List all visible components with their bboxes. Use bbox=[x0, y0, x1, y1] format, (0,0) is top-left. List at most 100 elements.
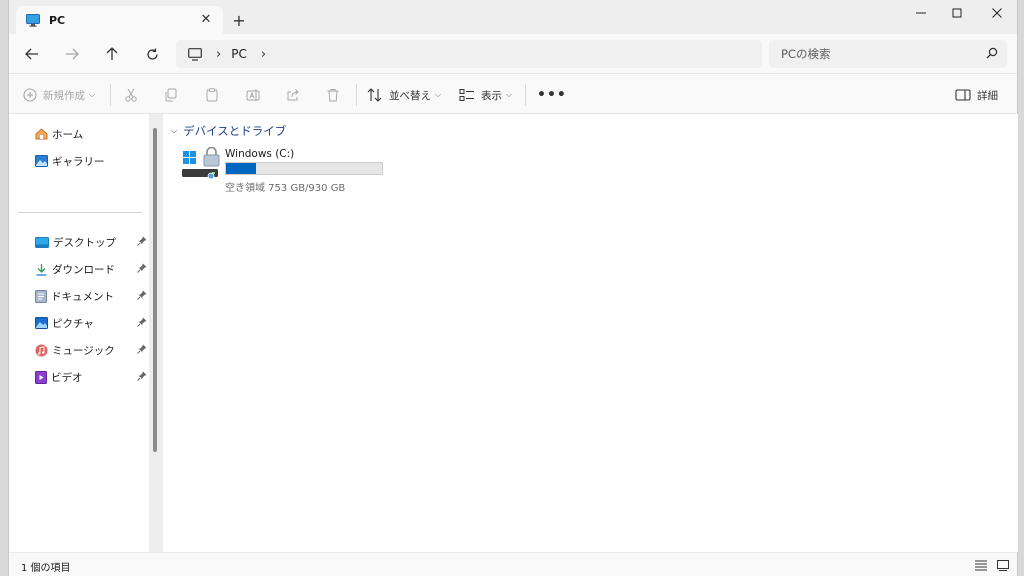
search-icon[interactable] bbox=[986, 47, 998, 59]
video-icon bbox=[35, 370, 47, 384]
gallery-icon bbox=[35, 155, 48, 167]
pin-icon[interactable] bbox=[137, 344, 147, 354]
home-icon bbox=[35, 128, 48, 140]
copy-icon bbox=[165, 88, 177, 102]
drive-item-c[interactable]: Windows (C:) 空き領域 753 GB/930 GB bbox=[181, 147, 391, 194]
chevron-down-icon: ⌵ bbox=[506, 90, 513, 99]
pictures-icon bbox=[35, 317, 48, 329]
delete-button[interactable] bbox=[323, 85, 343, 105]
cut-button[interactable] bbox=[121, 85, 141, 105]
copy-button[interactable] bbox=[161, 85, 181, 105]
forward-arrow-icon[interactable] bbox=[61, 44, 83, 64]
up-arrow-icon[interactable] bbox=[101, 44, 123, 64]
address-bar[interactable]: › PC › bbox=[176, 40, 762, 68]
sidebar-divider bbox=[18, 212, 142, 213]
sidebar-item-documents[interactable]: ドキュメント bbox=[35, 287, 147, 305]
command-bar: 新規作成 ⌵ 並べ替え ⌵ 表示 ⌵ ••• 詳細 bbox=[9, 75, 1017, 114]
drive-space-info: 空き領域 753 GB/930 GB bbox=[225, 183, 346, 194]
search-input[interactable] bbox=[781, 47, 971, 61]
scrollbar-thumb[interactable] bbox=[153, 128, 157, 452]
tiles-view-icon[interactable] bbox=[995, 558, 1011, 572]
sidebar-item-label: ギャラリー bbox=[52, 155, 105, 168]
chevron-right-icon[interactable]: › bbox=[216, 47, 221, 62]
monitor-icon bbox=[26, 13, 40, 27]
status-bar: 1 個の項目 bbox=[9, 552, 1017, 576]
monitor-icon bbox=[188, 47, 202, 61]
file-explorer-window: PC ✕ + › PC › PCの検索 新規作成 ⌵ 並べ替え ⌵ 表示 ⌵ •… bbox=[8, 0, 1018, 576]
group-header-label: デバイスとドライブ bbox=[183, 124, 287, 138]
tab-pc[interactable]: PC ✕ bbox=[16, 6, 223, 34]
sidebar-item-label: ミュージック bbox=[52, 344, 115, 357]
back-arrow-icon[interactable] bbox=[21, 44, 43, 64]
drive-icon bbox=[182, 147, 220, 180]
pin-icon[interactable] bbox=[137, 317, 147, 327]
trash-icon bbox=[327, 89, 339, 102]
view-button-label: 表示 bbox=[481, 89, 502, 102]
sidebar-item-label: ピクチャ bbox=[52, 317, 94, 330]
status-item-count: 1 個の項目 bbox=[21, 563, 71, 574]
pin-icon[interactable] bbox=[137, 236, 147, 246]
title-bar: PC ✕ + bbox=[9, 0, 1017, 34]
scissors-icon bbox=[125, 88, 137, 102]
tab-title: PC bbox=[49, 13, 66, 27]
maximize-icon[interactable] bbox=[943, 4, 971, 22]
sidebar-item-label: ドキュメント bbox=[51, 290, 114, 303]
divider bbox=[525, 84, 526, 106]
chevron-right-icon[interactable]: › bbox=[261, 47, 266, 62]
search-box[interactable] bbox=[769, 40, 1007, 68]
navigation-bar: › PC › bbox=[9, 34, 1017, 74]
drive-usage-fill bbox=[226, 163, 256, 174]
sidebar-item-label: ダウンロード bbox=[52, 263, 115, 276]
new-button-label: 新規作成 bbox=[43, 89, 85, 102]
chevron-down-icon: ⌵ bbox=[435, 90, 442, 99]
details-pane-icon bbox=[955, 89, 971, 101]
share-icon bbox=[287, 89, 299, 101]
music-icon bbox=[35, 344, 48, 356]
new-tab-icon[interactable]: + bbox=[231, 11, 247, 30]
desktop-icon bbox=[35, 236, 49, 248]
divider bbox=[110, 84, 111, 106]
sort-button[interactable]: 並べ替え ⌵ bbox=[367, 85, 441, 105]
share-button[interactable] bbox=[283, 85, 303, 105]
chevron-down-icon: ⌵ bbox=[89, 90, 96, 99]
pin-icon[interactable] bbox=[137, 371, 147, 381]
sidebar-item-videos[interactable]: ビデオ bbox=[35, 368, 147, 386]
sidebar-item-label: ホーム bbox=[52, 128, 84, 141]
close-window-icon[interactable] bbox=[983, 4, 1011, 22]
divider bbox=[356, 84, 357, 106]
sidebar-item-desktop[interactable]: デスクトップ bbox=[35, 233, 147, 251]
minimize-icon[interactable] bbox=[907, 4, 935, 22]
breadcrumb-pc[interactable]: PC bbox=[231, 47, 247, 61]
sidebar-item-gallery[interactable]: ギャラリー bbox=[35, 152, 147, 170]
content-pane: ⌵ デバイスとドライブ Windows (C:) 空き領域 753 GB/930… bbox=[163, 114, 1018, 552]
rename-icon bbox=[246, 89, 260, 101]
download-icon bbox=[36, 263, 47, 276]
sidebar-scrollbar[interactable] bbox=[149, 114, 163, 552]
clipboard-icon bbox=[206, 88, 218, 102]
sidebar-item-pictures[interactable]: ピクチャ bbox=[35, 314, 147, 332]
drive-name: Windows (C:) bbox=[225, 148, 295, 160]
details-button-label: 詳細 bbox=[977, 89, 998, 102]
view-list-icon bbox=[459, 89, 474, 101]
details-button[interactable]: 詳細 bbox=[955, 85, 998, 105]
refresh-icon[interactable] bbox=[141, 44, 163, 64]
sidebar-item-home[interactable]: ホーム bbox=[35, 125, 147, 143]
navigation-pane: ホーム ギャラリー デスクトップ ダウンロード ドキュメント ピクチャ ミュージ… bbox=[9, 114, 149, 552]
pin-icon[interactable] bbox=[137, 290, 147, 300]
more-options-button[interactable]: ••• bbox=[537, 85, 567, 105]
paste-button[interactable] bbox=[202, 85, 222, 105]
sidebar-item-label: ビデオ bbox=[51, 371, 83, 384]
sidebar-item-label: デスクトップ bbox=[53, 236, 116, 249]
rename-button[interactable] bbox=[243, 85, 263, 105]
new-button[interactable]: 新規作成 ⌵ bbox=[23, 85, 95, 105]
drive-usage-bar bbox=[225, 162, 383, 175]
chevron-down-icon[interactable]: ⌵ bbox=[171, 126, 177, 136]
sidebar-item-music[interactable]: ミュージック bbox=[35, 341, 147, 359]
details-view-icon[interactable] bbox=[973, 558, 989, 572]
view-button[interactable]: 表示 ⌵ bbox=[459, 85, 512, 105]
group-header-devices[interactable]: ⌵ デバイスとドライブ bbox=[171, 122, 286, 140]
pin-icon[interactable] bbox=[137, 263, 147, 273]
sidebar-item-downloads[interactable]: ダウンロード bbox=[35, 260, 147, 278]
close-tab-icon[interactable]: ✕ bbox=[198, 11, 214, 27]
plus-circle-icon bbox=[23, 88, 37, 102]
